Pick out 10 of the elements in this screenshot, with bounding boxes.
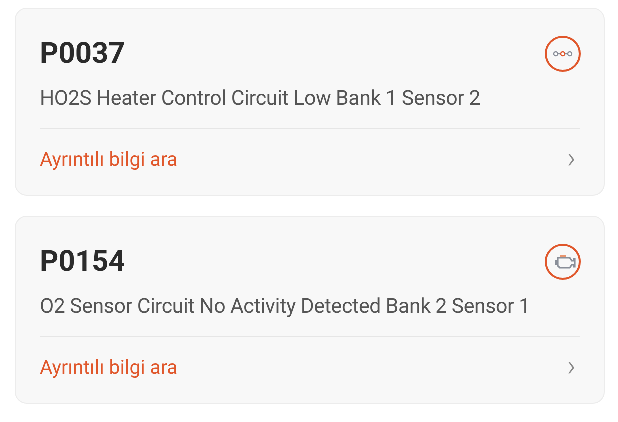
chevron-icon[interactable]: › xyxy=(567,144,576,174)
chevron-icon[interactable]: › xyxy=(567,352,576,382)
search-info-link[interactable]: Ayrıntılı bilgi ara xyxy=(40,148,178,170)
error-code: P0154 xyxy=(40,245,126,279)
engine-icon xyxy=(544,243,582,281)
search-info-link[interactable]: Ayrıntılı bilgi ara xyxy=(40,356,178,378)
code-description: HO2S Heater Control Circuit Low Bank 1 Sensor 2 xyxy=(40,87,482,111)
error-code: P0037 xyxy=(40,37,126,71)
code-description: O2 Sensor Circuit No Activity Detected Bank 2 Sensor 1 xyxy=(40,295,532,319)
sensor-icon xyxy=(544,35,582,73)
